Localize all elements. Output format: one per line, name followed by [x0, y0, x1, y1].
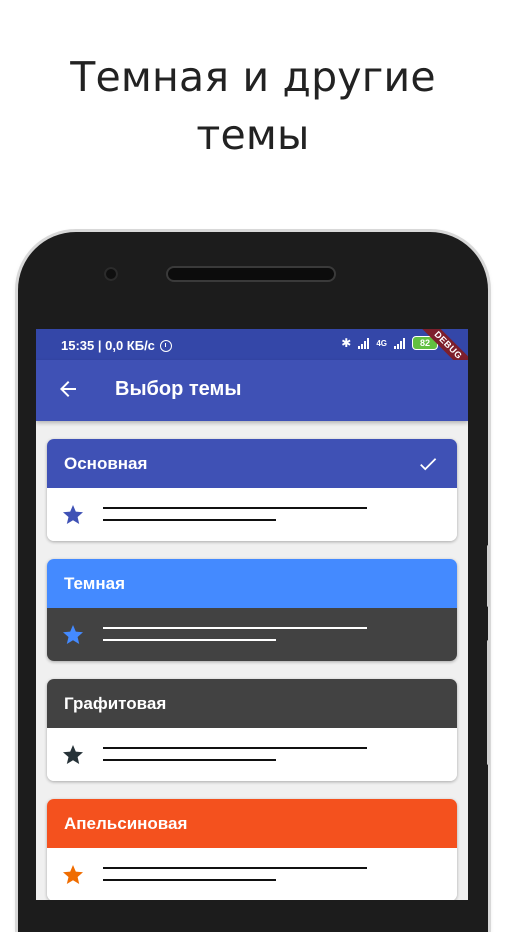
signal-icon-2: [394, 337, 405, 349]
preview-line-short: [103, 879, 276, 881]
theme-name: Темная: [64, 574, 125, 593]
bluetooth-icon: ✱: [341, 336, 352, 350]
theme-card-header: Основная: [47, 439, 457, 488]
preview-line-long: [103, 867, 367, 869]
promo-headline-line2: темы: [196, 111, 310, 159]
status-bar: 15:35 | 0,0 КБ/с ✱ 4G 82 DEBUG: [36, 329, 468, 379]
theme-name: Графитовая: [64, 694, 167, 713]
theme-card-header: Апельсиновая: [47, 799, 457, 848]
theme-card-preview: [47, 608, 457, 661]
theme-card[interactable]: Темная: [47, 559, 457, 661]
theme-card[interactable]: Основная: [47, 439, 457, 541]
volume-button: [487, 545, 490, 607]
promo-headline: Темная и другие темы: [0, 48, 506, 164]
phone-screen: 15:35 | 0,0 КБ/с ✱ 4G 82 DEBUG Выбор тем…: [36, 329, 468, 900]
preview-line-short: [103, 519, 276, 521]
star-icon: [63, 505, 83, 524]
promo-headline-line1: Темная и другие: [70, 53, 436, 101]
power-button: [487, 640, 490, 765]
app-bar-title: Выбор темы: [115, 378, 242, 400]
network-type: 4G: [376, 338, 387, 348]
theme-card-preview: [47, 728, 457, 781]
alarm-icon: [159, 339, 172, 352]
back-arrow-icon[interactable]: [56, 377, 80, 401]
status-time-speed: 15:35 | 0,0 КБ/с: [61, 338, 155, 353]
theme-card-header: Темная: [47, 559, 457, 608]
theme-card-header: Графитовая: [47, 679, 457, 728]
preview-line-short: [103, 639, 276, 641]
star-icon: [63, 625, 83, 644]
preview-line-short: [103, 759, 276, 761]
front-camera: [104, 267, 118, 281]
theme-card-preview: [47, 848, 457, 900]
status-left: 15:35 | 0,0 КБ/с: [61, 338, 172, 353]
app-bar: Выбор темы: [36, 360, 468, 421]
theme-name: Апельсиновая: [64, 814, 188, 833]
theme-name: Основная: [64, 454, 148, 473]
theme-card[interactable]: Апельсиновая: [47, 799, 457, 900]
status-right: ✱ 4G 82: [341, 336, 438, 350]
earpiece-speaker: [168, 268, 334, 280]
theme-card-preview: [47, 488, 457, 541]
theme-card[interactable]: Графитовая: [47, 679, 457, 781]
preview-line-long: [103, 627, 367, 629]
star-icon: [63, 745, 83, 764]
preview-line-long: [103, 507, 367, 509]
star-icon: [63, 865, 83, 884]
preview-line-long: [103, 747, 367, 749]
check-icon: [420, 458, 437, 471]
signal-icon: [358, 337, 370, 349]
